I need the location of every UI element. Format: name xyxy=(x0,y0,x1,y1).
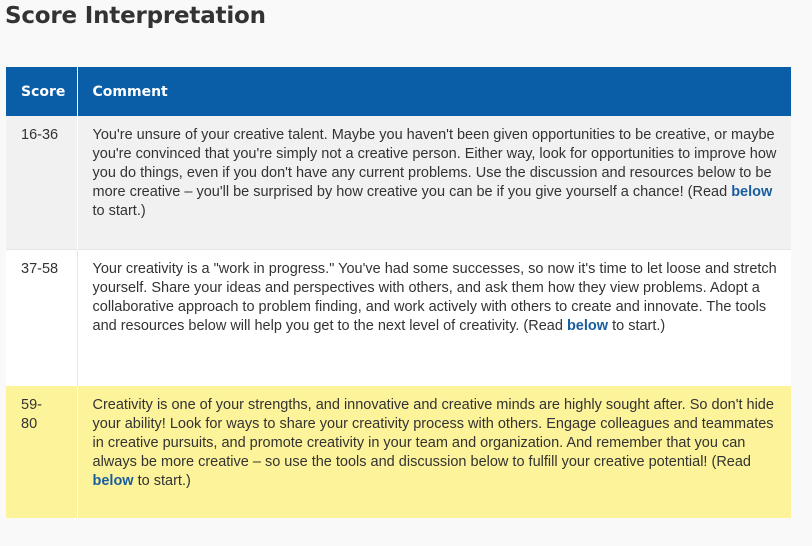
comment-cell: Your creativity is a "work in progress."… xyxy=(77,249,791,386)
table-row: 59-80 Creativity is one of your strength… xyxy=(6,386,791,518)
score-range-cell: 59-80 xyxy=(6,386,78,518)
comment-column-header: Comment xyxy=(77,67,791,116)
comment-tail: to start.) xyxy=(612,318,666,334)
comment-tail: to start.) xyxy=(137,473,191,489)
comment-text: Creativity is one of your strengths, and… xyxy=(92,397,774,470)
table-header-row: Score Comment xyxy=(6,67,791,116)
read-below-link[interactable]: below xyxy=(731,184,772,200)
comment-tail: to start.) xyxy=(92,203,146,219)
table-row: 37-58 Your creativity is a "work in prog… xyxy=(6,249,791,386)
score-range-cell: 16-36 xyxy=(6,116,78,250)
comment-cell: Creativity is one of your strengths, and… xyxy=(77,386,791,518)
score-interpretation-table: Score Comment 16-36 You're unsure of you… xyxy=(6,67,791,518)
comment-text: Your creativity is a "work in progress."… xyxy=(92,261,777,334)
read-below-link[interactable]: below xyxy=(93,473,134,489)
page-title: Score Interpretation xyxy=(5,3,266,29)
table-row: 16-36 You're unsure of your creative tal… xyxy=(6,116,791,250)
score-range-cell: 37-58 xyxy=(6,249,78,386)
comment-text: You're unsure of your creative talent. M… xyxy=(92,127,777,200)
score-range-text: 59-80 xyxy=(21,397,42,432)
table-body: 16-36 You're unsure of your creative tal… xyxy=(6,116,791,518)
score-column-header: Score xyxy=(6,67,78,116)
table-header: Score Comment xyxy=(6,67,791,116)
read-below-link[interactable]: below xyxy=(567,318,608,334)
comment-cell: You're unsure of your creative talent. M… xyxy=(77,116,791,250)
